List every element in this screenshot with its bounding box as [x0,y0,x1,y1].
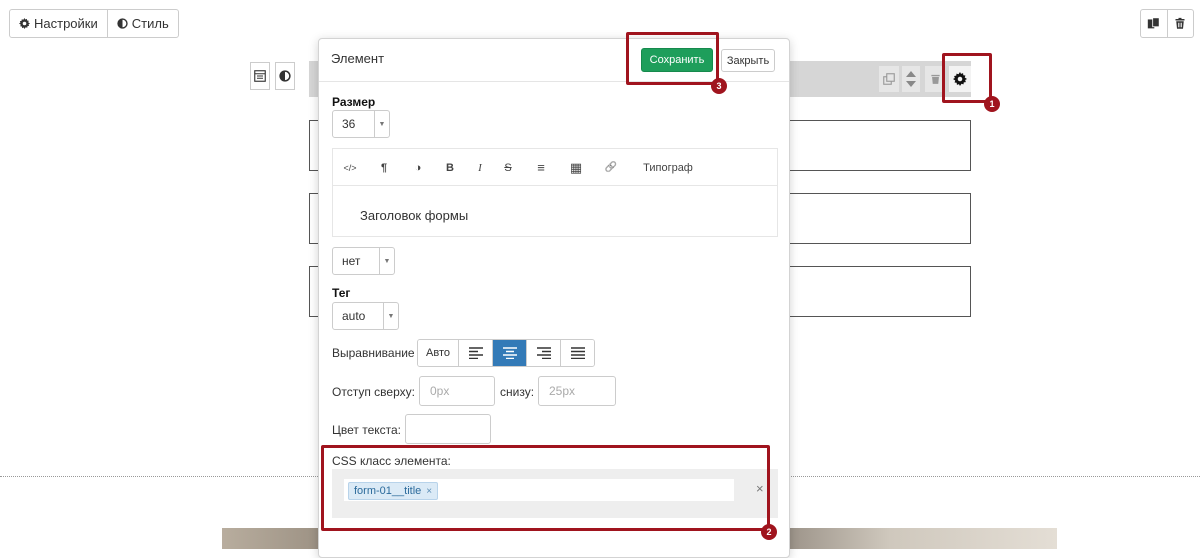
table-tool[interactable]: ▦ [563,149,589,186]
highlight-settings-button [942,53,992,103]
bold-tool[interactable]: B [437,149,463,186]
size-label: Размер [332,95,376,109]
margin-top-placeholder: 0px [430,384,450,398]
font-select[interactable]: нет ▼ [332,247,395,275]
contrast-icon [279,70,291,82]
chevron-down-icon: ▼ [379,248,394,274]
settings-label: Настройки [34,16,98,31]
top-toolbar: Настройки Стиль [9,9,179,38]
duplicate-icon [883,73,895,85]
annotation-badge-1: 1 [984,96,1000,112]
italic-icon: I [478,161,482,174]
close-button[interactable]: Закрыть [721,49,775,72]
paragraph-icon: ¶ [380,161,388,174]
chevron-down-icon: ▼ [383,303,398,329]
text-color-input[interactable] [405,414,491,444]
block-layout-button[interactable] [250,62,270,90]
tag-label: Тег [332,286,351,300]
align-left-button[interactable] [458,340,492,366]
move-block-button[interactable] [902,66,920,92]
tag-select[interactable]: auto ▼ [332,302,399,330]
table-icon: ▦ [569,159,583,175]
align-right-icon [536,347,551,359]
link-icon: 🔗 [604,162,618,173]
tag-select-value: auto [342,309,366,323]
typograf-label: Типограф [643,161,693,174]
align-center-icon [502,347,517,359]
align-auto-button[interactable]: Авто [418,340,458,366]
text-color-label: Цвет текста: [332,423,402,437]
highlight-css-class-field [321,445,770,531]
block-style-button[interactable] [275,62,295,90]
alignment-buttons: Авто [417,339,595,367]
size-value: 36 [342,117,356,131]
rich-text-editor: </> ¶ ◑ B I S ≡ ▦ 🔗 Типограф Заголовок ф… [332,148,778,237]
margin-top-input[interactable]: 0px [419,376,495,406]
margin-top-label: Отступ сверху: [332,385,415,399]
size-select[interactable]: 36 ▼ [332,110,390,138]
trash-icon [930,74,940,84]
copy-page-button[interactable] [1141,10,1167,37]
font-select-value: нет [342,254,361,268]
code-icon: </> [343,162,357,173]
annotation-badge-2: 2 [761,524,777,540]
list-tool[interactable]: ≡ [528,149,554,186]
alignment-label: Выравнивание [332,346,415,360]
code-view-tool[interactable]: </> [337,149,363,186]
trash-icon [1175,17,1185,29]
editor-toolbar: </> ¶ ◑ B I S ≡ ▦ 🔗 Типограф [333,149,777,186]
contrast-icon: ◑ [414,161,422,174]
style-label: Стиль [131,16,169,31]
layout-icon [254,70,266,82]
align-center-button[interactable] [492,340,526,366]
color-tool[interactable]: ◑ [405,149,431,186]
bold-icon: B [446,161,454,174]
align-justify-icon [570,347,585,359]
copy-icon [1148,17,1160,29]
margin-bottom-placeholder: 25px [549,384,576,398]
sort-icon [906,71,916,87]
align-right-button[interactable] [526,340,560,366]
strikethrough-tool[interactable]: S [495,149,521,186]
style-button[interactable]: Стиль [106,10,178,37]
align-justify-button[interactable] [560,340,594,366]
chevron-down-icon: ▼ [374,111,389,137]
strikethrough-icon: S [504,161,512,174]
paragraph-tool[interactable]: ¶ [371,149,397,186]
top-right-toolbar [1140,9,1194,38]
margin-bottom-input[interactable]: 25px [538,376,616,406]
align-auto-label: Авто [426,347,450,359]
highlight-save-button [626,32,719,85]
list-icon: ≡ [537,160,545,175]
modal-title: Элемент [331,51,385,66]
contrast-icon [117,18,128,29]
duplicate-block-button[interactable] [879,66,899,92]
italic-tool[interactable]: I [467,149,493,186]
link-tool[interactable]: 🔗 [598,149,624,186]
gear-icon [19,18,30,29]
editor-content[interactable]: Заголовок формы [360,208,468,223]
delete-page-button[interactable] [1166,10,1194,37]
annotation-badge-3: 3 [711,78,727,94]
settings-button[interactable]: Настройки [10,10,107,37]
margin-bottom-label: снизу: [500,385,535,399]
align-left-icon [468,347,483,359]
typograf-tool[interactable]: Типограф [633,149,703,186]
